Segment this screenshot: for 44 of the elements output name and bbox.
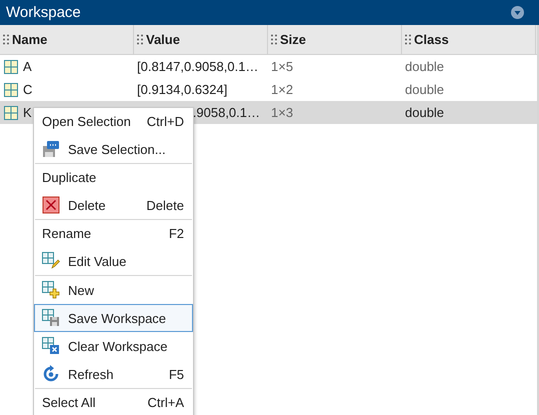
menu-item[interactable]: Refresh F5	[34, 360, 193, 388]
menu-item[interactable]: Duplicate	[34, 164, 193, 191]
variable-value: [0.9134,0.6324]	[137, 82, 228, 97]
matrix-icon	[4, 82, 18, 96]
grip-icon[interactable]	[271, 34, 277, 45]
variable-name: K	[23, 105, 32, 120]
dropdown-icon[interactable]	[511, 6, 524, 19]
column-header[interactable]: Value	[134, 25, 268, 54]
menu-item[interactable]: Delete Delete	[34, 191, 193, 219]
panel-title: Workspace	[6, 4, 81, 21]
menu-item[interactable]: Clear Workspace	[34, 332, 193, 360]
matrix-icon	[4, 106, 18, 120]
refresh-icon	[42, 365, 60, 383]
menu-item[interactable]: Save Selection...	[34, 135, 193, 163]
variable-class: double	[405, 82, 444, 97]
menu-item[interactable]: Save Workspace	[34, 304, 193, 332]
floppy-icon	[42, 140, 60, 158]
grip-icon[interactable]	[137, 34, 143, 45]
menu-item[interactable]: Rename F2	[34, 220, 193, 247]
variable-size: 1×5	[271, 59, 294, 74]
column-header[interactable]: Size	[268, 25, 402, 54]
grip-icon[interactable]	[3, 34, 9, 45]
menu-item[interactable]: Edit Value	[34, 247, 193, 275]
matrix-icon	[4, 60, 18, 74]
variable-class: double	[405, 105, 444, 120]
variable-value: [0.8147,0.9058,0.1…	[137, 59, 258, 74]
variable-size: 1×3	[271, 105, 294, 120]
variable-size: 1×2	[271, 82, 294, 97]
table-row[interactable]: C [0.9134,0.6324] 1×2 double	[0, 78, 537, 101]
menu-item[interactable]: Select All Ctrl+A	[34, 389, 193, 415]
grip-icon[interactable]	[405, 34, 411, 45]
variable-name: C	[23, 82, 32, 97]
delete-icon	[42, 196, 60, 214]
variable-class: double	[405, 59, 444, 74]
grid-plus-icon	[42, 281, 60, 299]
variable-value: .9058,0.1…	[192, 105, 260, 120]
grid-clear-icon	[42, 337, 60, 355]
grid-floppy-icon	[42, 309, 60, 327]
column-header[interactable]: Class	[402, 25, 536, 54]
column-header[interactable]: Name	[0, 25, 134, 54]
table-row[interactable]: A [0.8147,0.9058,0.1… 1×5 double	[0, 55, 537, 78]
variable-name: A	[23, 59, 32, 74]
menu-item[interactable]: New	[34, 276, 193, 304]
grid-pencil-icon	[42, 252, 60, 270]
